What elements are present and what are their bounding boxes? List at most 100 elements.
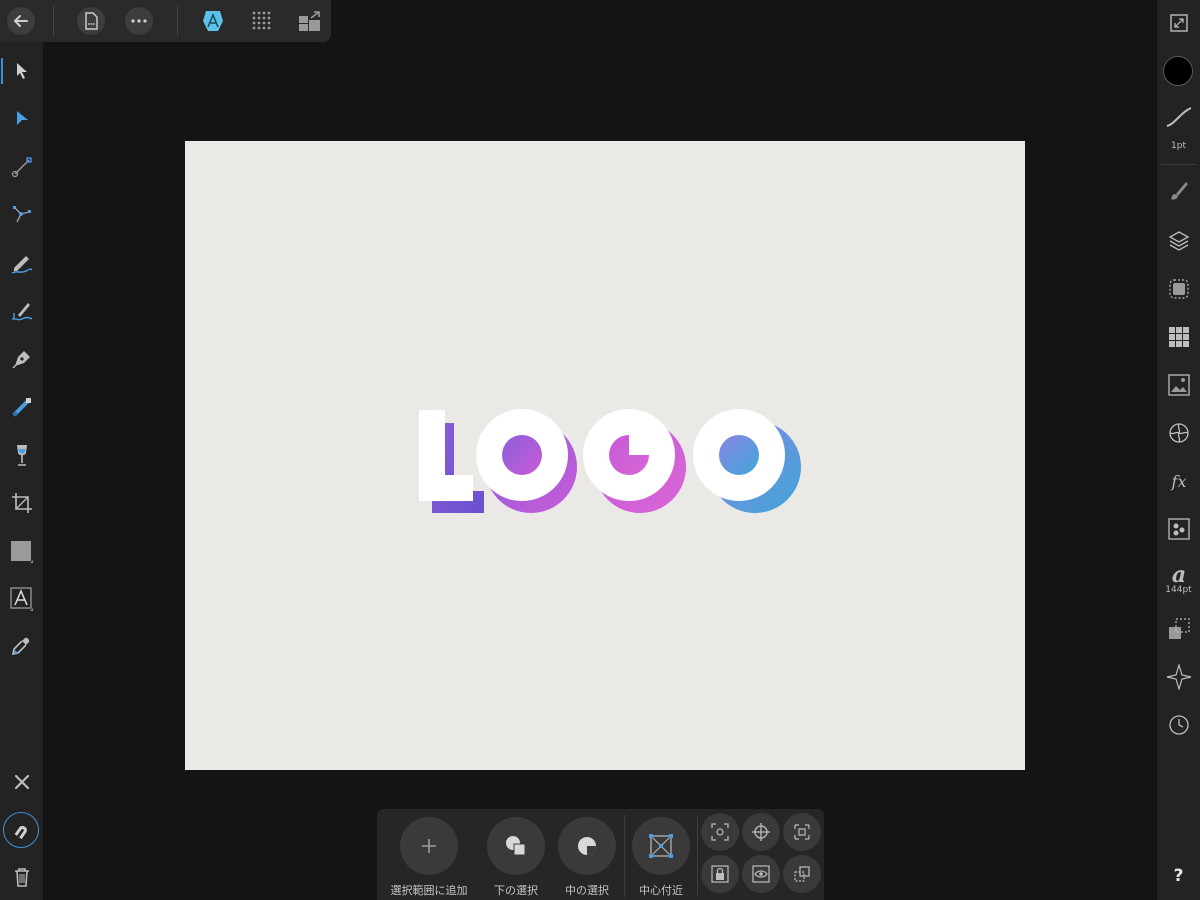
brushes-button[interactable] — [1164, 176, 1194, 206]
close-icon — [14, 774, 30, 790]
crop-tool[interactable] — [7, 488, 37, 518]
crosshair-icon — [752, 823, 770, 841]
delete-button[interactable] — [7, 862, 37, 892]
fill-gradient-icon — [12, 398, 31, 417]
node-arrow-icon — [17, 111, 28, 125]
pen-tool[interactable] — [7, 344, 37, 374]
panel-divider — [1161, 164, 1196, 165]
transform-origin-icon — [649, 834, 673, 858]
distribute-icon — [794, 824, 810, 840]
plus-icon — [422, 839, 436, 853]
artistic-text-tool[interactable] — [7, 584, 37, 614]
fx-icon: fx — [1171, 471, 1187, 491]
assets-button[interactable] — [1164, 370, 1194, 400]
top-toolbar — [0, 0, 331, 42]
designer-persona-icon — [203, 11, 223, 31]
fill-tool[interactable] — [7, 392, 37, 422]
studio-panel: 1pt fx a 144pt ? — [1157, 0, 1200, 900]
swatches-button[interactable] — [1164, 322, 1194, 352]
pen-nib-icon — [12, 351, 30, 369]
duplicate-button[interactable] — [783, 855, 821, 893]
select-inside-button[interactable] — [558, 817, 616, 875]
stroke-button[interactable] — [1164, 102, 1194, 132]
pencil-icon — [11, 256, 33, 274]
more-button[interactable] — [125, 7, 153, 35]
duplicate-icon — [794, 866, 810, 882]
eyedropper-icon — [11, 637, 30, 656]
document-button[interactable] — [77, 7, 105, 35]
aperture-icon — [1169, 423, 1189, 443]
point-transform-tool[interactable] — [7, 152, 37, 182]
view-button[interactable] — [742, 855, 780, 893]
toolbar-divider — [53, 6, 54, 36]
alignment-snap-button[interactable] — [701, 813, 739, 851]
magnet-icon — [14, 826, 27, 840]
fullscreen-icon — [1170, 14, 1188, 32]
fullscreen-button[interactable] — [1164, 8, 1194, 38]
more-icon — [131, 19, 147, 23]
history-button[interactable] — [1164, 710, 1194, 740]
wine-glass-icon — [17, 445, 27, 466]
contour-tool[interactable] — [7, 200, 37, 230]
document-icon — [85, 12, 98, 30]
tools-panel — [0, 42, 43, 900]
toolbar-divider — [177, 6, 178, 36]
back-icon — [14, 15, 28, 27]
transform-origin-label: 中心付近 — [639, 884, 683, 897]
alignment-snap-icon — [711, 823, 729, 841]
effects-selection-button[interactable] — [1164, 274, 1194, 304]
eye-frame-icon — [752, 865, 770, 883]
lock-frame-button[interactable] — [701, 855, 739, 893]
pixel-persona-button[interactable] — [249, 8, 275, 34]
styles-icon — [1168, 518, 1190, 540]
help-button[interactable]: ? — [1157, 866, 1200, 886]
lock-frame-icon — [711, 865, 729, 883]
active-tool-indicator — [1, 58, 3, 84]
swatches-grid-icon — [1169, 327, 1189, 347]
pointer-arrow-icon — [17, 63, 27, 79]
appearance-button[interactable] — [1164, 418, 1194, 448]
cancel-button[interactable] — [7, 767, 37, 797]
logo-front-layer — [419, 409, 785, 501]
fill-color-swatch[interactable] — [1163, 56, 1193, 86]
back-button[interactable] — [7, 7, 35, 35]
select-inside-icon — [578, 837, 596, 855]
pencil-tool[interactable] — [7, 248, 37, 278]
pixel-persona-icon — [252, 11, 271, 30]
export-persona-button[interactable] — [297, 8, 323, 34]
vector-brush-tool[interactable] — [7, 296, 37, 326]
transform-origin-button[interactable] — [632, 817, 690, 875]
snapping-button[interactable] — [3, 812, 39, 848]
move-tool[interactable] — [7, 56, 37, 86]
select-under-button[interactable] — [487, 817, 545, 875]
artboard-canvas[interactable] — [185, 141, 1025, 770]
designer-persona-button[interactable] — [200, 8, 226, 34]
select-under-icon — [506, 836, 526, 856]
image-icon — [1168, 374, 1190, 396]
select-under-label: 下の選択 — [494, 884, 538, 897]
stroke-curve-icon — [1166, 107, 1192, 127]
crosshair-button[interactable] — [742, 813, 780, 851]
history-clock-icon — [1169, 715, 1189, 735]
brush-icon — [1171, 182, 1188, 200]
stroke-width-label: 1pt — [1171, 141, 1186, 151]
text-tool-icon — [10, 587, 33, 611]
rectangle-tool[interactable] — [7, 536, 37, 566]
rectangle-icon — [11, 541, 33, 563]
navigator-button[interactable] — [1164, 662, 1194, 692]
transform-icon — [1169, 618, 1190, 639]
color-picker-tool[interactable] — [7, 632, 37, 662]
add-to-selection-button[interactable] — [400, 817, 458, 875]
styles-button[interactable] — [1164, 514, 1194, 544]
font-size-label: 144pt — [1165, 585, 1192, 595]
fx-button[interactable]: fx — [1164, 466, 1194, 496]
add-to-selection-label: 選択範囲に追加 — [390, 884, 468, 897]
context-divider — [624, 815, 625, 897]
crop-icon — [12, 493, 32, 513]
transform-button[interactable] — [1164, 614, 1194, 644]
layers-button[interactable] — [1164, 226, 1194, 256]
select-inside-label: 中の選択 — [565, 884, 609, 897]
node-tool[interactable] — [7, 104, 37, 134]
distribute-button[interactable] — [783, 813, 821, 851]
transparency-tool[interactable] — [7, 440, 37, 470]
